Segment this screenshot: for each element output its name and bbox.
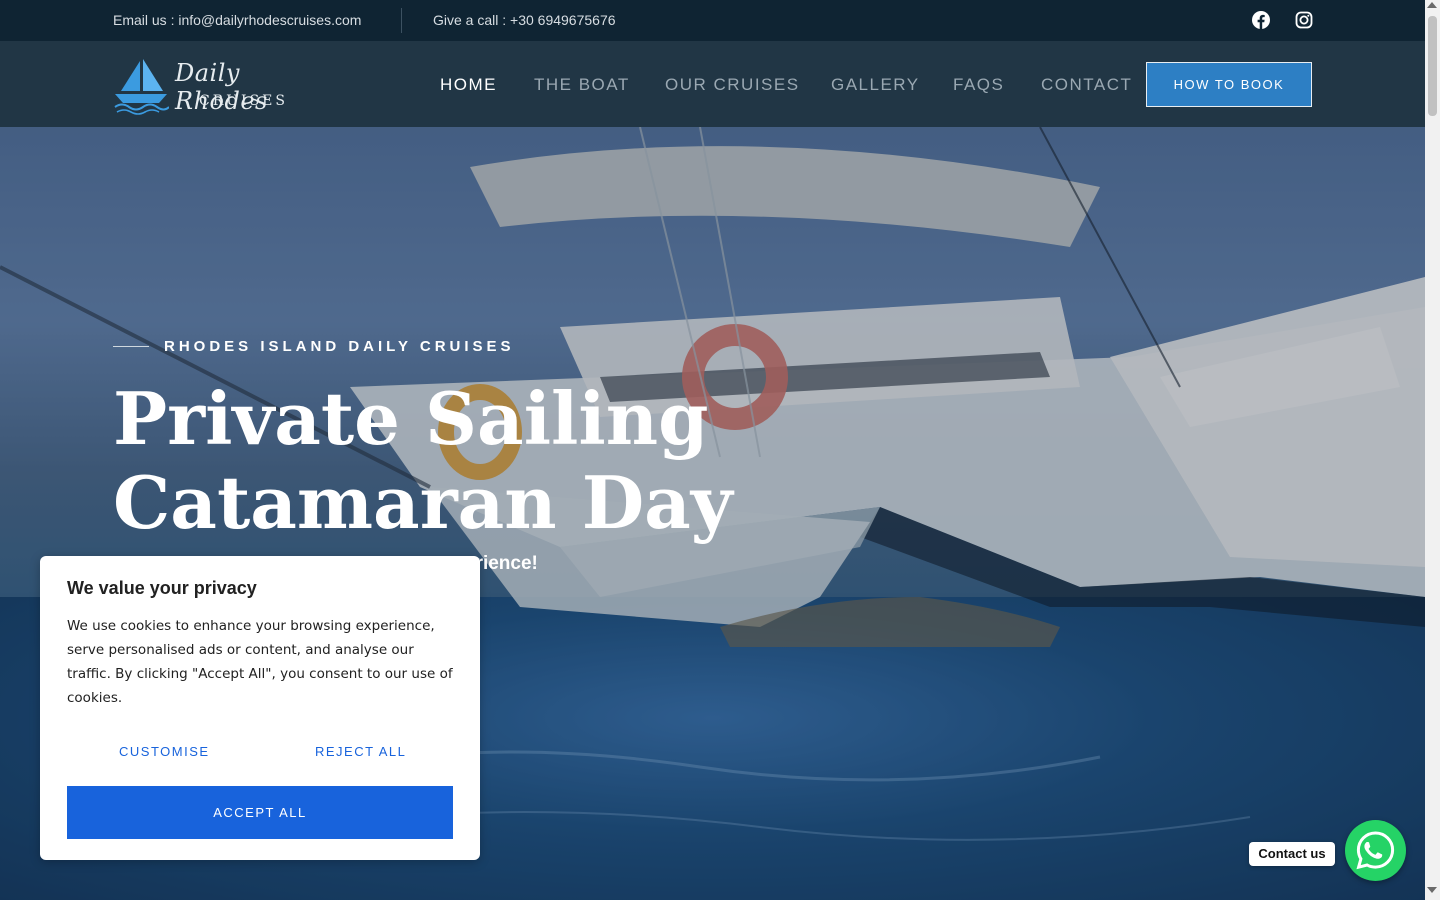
- sailboat-logo-icon: [114, 59, 169, 115]
- cookie-title: We value your privacy: [67, 578, 257, 598]
- nav-our-cruises[interactable]: OUR CRUISES: [665, 75, 800, 95]
- cookie-consent-dialog: We value your privacy We use cookies to …: [40, 556, 480, 860]
- email-link[interactable]: Email us : info@dailyrhodescruises.com: [113, 12, 361, 28]
- divider: [401, 8, 402, 33]
- hero-kicker: RHODES ISLAND DAILY CRUISES: [164, 338, 515, 355]
- site-header: Daily Rhodes CRUISES HOME THE BOAT OUR C…: [0, 41, 1425, 127]
- top-bar: Email us : info@dailyrhodescruises.com G…: [0, 0, 1425, 41]
- whatsapp-button[interactable]: [1345, 820, 1406, 881]
- phone-link[interactable]: Give a call : +30 6949675676: [433, 12, 616, 28]
- scroll-up-arrow-icon[interactable]: [1427, 2, 1437, 8]
- reject-all-button[interactable]: REJECT ALL: [315, 744, 406, 759]
- nav-the-boat[interactable]: THE BOAT: [534, 75, 630, 95]
- page-scrollbar[interactable]: [1425, 0, 1440, 900]
- whatsapp-contact-label[interactable]: Contact us: [1249, 842, 1335, 866]
- nav-contact[interactable]: CONTACT: [1041, 75, 1132, 95]
- kicker-line: [113, 346, 149, 347]
- facebook-icon[interactable]: [1252, 11, 1270, 29]
- how-to-book-button[interactable]: HOW TO BOOK: [1146, 62, 1312, 107]
- scroll-down-arrow-icon[interactable]: [1427, 887, 1437, 893]
- accept-all-button[interactable]: ACCEPT ALL: [67, 786, 453, 839]
- customise-button[interactable]: CUSTOMISE: [119, 744, 210, 759]
- scrollbar-thumb[interactable]: [1428, 16, 1437, 116]
- nav-gallery[interactable]: GALLERY: [831, 75, 920, 95]
- site-logo[interactable]: Daily Rhodes CRUISES: [113, 57, 303, 115]
- nav-faqs[interactable]: FAQS: [953, 75, 1004, 95]
- cookie-description: We use cookies to enhance your browsing …: [67, 618, 453, 706]
- whatsapp-icon: [1356, 831, 1395, 870]
- nav-home[interactable]: HOME: [440, 75, 497, 95]
- instagram-icon[interactable]: [1295, 11, 1313, 29]
- logo-caps-text: CRUISES: [199, 93, 288, 109]
- hero-title-line-1: Private Sailing: [113, 376, 709, 461]
